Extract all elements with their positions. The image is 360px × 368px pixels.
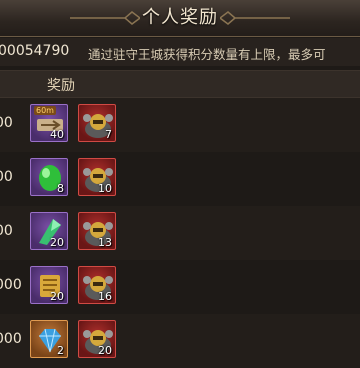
reward-column-header: 奖励	[47, 78, 75, 94]
item-count: 8	[57, 182, 64, 195]
row-score-threshold: 00	[0, 169, 13, 185]
reward-item[interactable]: 20	[30, 266, 68, 304]
score-limit-description: 通过驻守王城获得积分数量有上限，最多可	[88, 47, 326, 62]
reward-item[interactable]: 13	[78, 212, 116, 250]
reward-row: 00 60m 40 7	[0, 98, 360, 152]
reward-row: 00 20 13	[0, 206, 360, 260]
reward-item[interactable]: 2	[30, 320, 68, 358]
item-count: 16	[98, 290, 112, 303]
reward-item[interactable]: 7	[78, 104, 116, 142]
item-count: 2	[57, 344, 64, 357]
info-bar: 00054790 通过驻守王城获得积分数量有上限，最多可	[0, 38, 360, 66]
item-count: 40	[50, 128, 64, 141]
item-count: 10	[98, 182, 112, 195]
item-count: 13	[98, 236, 112, 249]
item-count: 20	[50, 236, 64, 249]
reward-item[interactable]: 10	[78, 158, 116, 196]
row-score-threshold: 00	[0, 115, 13, 131]
reward-row: 00 8 10	[0, 152, 360, 206]
reward-item[interactable]: 20	[78, 320, 116, 358]
row-score-threshold: 000	[0, 277, 22, 293]
title-bar: 个人奖励	[0, 0, 360, 37]
reward-item[interactable]: 60m 40	[30, 104, 68, 142]
duration-badge: 60m	[34, 106, 56, 115]
reward-item[interactable]: 8	[30, 158, 68, 196]
reward-item[interactable]: 16	[78, 266, 116, 304]
page-title: 个人奖励	[142, 7, 218, 28]
row-score-threshold: 000	[0, 331, 22, 347]
reward-table-header: 奖励	[0, 70, 360, 98]
row-score-threshold: 00	[0, 223, 13, 239]
current-score: 00054790	[0, 43, 70, 59]
reward-row: 000 20 16	[0, 260, 360, 314]
item-count: 20	[98, 344, 112, 357]
item-count: 7	[105, 128, 112, 141]
reward-item[interactable]: 20	[30, 212, 68, 250]
item-count: 20	[50, 290, 64, 303]
